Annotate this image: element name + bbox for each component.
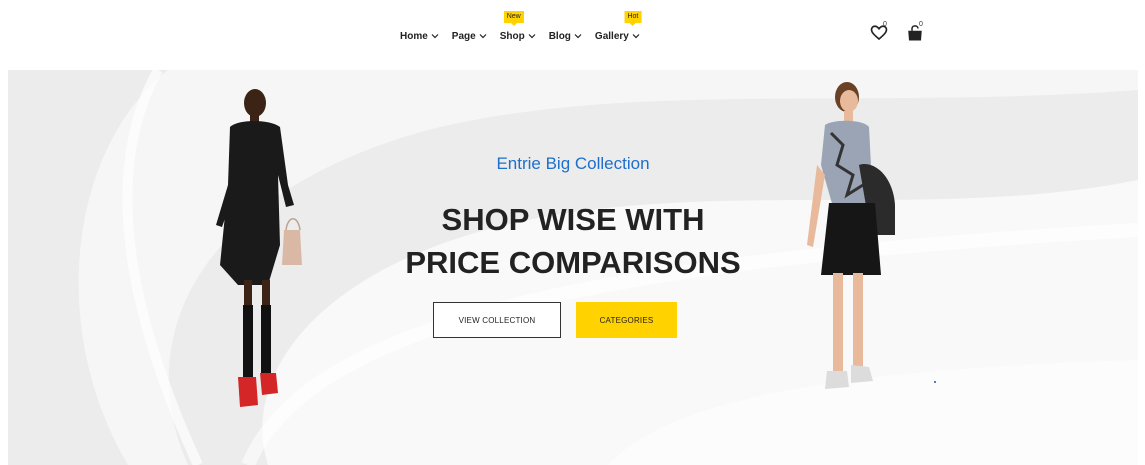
hero-content: Entrie Big Collection SHOP WISE WITH PRI… bbox=[338, 70, 808, 465]
site-header: Home Page New Shop Blog Hot Gallery 0 0 bbox=[0, 0, 1145, 70]
decorative-dot bbox=[934, 381, 936, 383]
categories-button[interactable]: CATEGORIES bbox=[576, 302, 677, 338]
nav-item-home[interactable]: Home bbox=[400, 28, 439, 44]
nav-item-page[interactable]: Page bbox=[452, 28, 487, 44]
main-nav: Home Page New Shop Blog Hot Gallery bbox=[400, 11, 642, 44]
hero-title: SHOP WISE WITH PRICE COMPARISONS bbox=[338, 198, 808, 284]
chevron-down-icon bbox=[479, 34, 487, 39]
nav-item-label: Shop bbox=[499, 30, 525, 42]
wishlist-button[interactable]: 0 bbox=[870, 21, 890, 44]
cart-count: 0 bbox=[919, 21, 923, 28]
wishlist-count: 0 bbox=[883, 21, 887, 28]
hero-title-line-1: SHOP WISE WITH bbox=[441, 202, 705, 237]
model-left-image bbox=[216, 89, 302, 407]
header-actions: 0 0 bbox=[870, 21, 926, 44]
nav-badge-new: New bbox=[503, 11, 524, 23]
hero-subtitle: Entrie Big Collection bbox=[496, 154, 650, 173]
nav-item-label: Blog bbox=[548, 30, 571, 42]
nav-item-blog[interactable]: Blog bbox=[549, 28, 582, 44]
chevron-down-icon bbox=[632, 34, 640, 39]
view-collection-button[interactable]: VIEW COLLECTION bbox=[433, 302, 561, 338]
hero-banner: Entrie Big Collection SHOP WISE WITH PRI… bbox=[8, 70, 1138, 465]
chevron-down-icon bbox=[574, 34, 582, 39]
nav-item-label: Home bbox=[400, 30, 428, 42]
nav-item-label: Gallery bbox=[594, 30, 629, 42]
nav-item-label: Page bbox=[451, 30, 476, 42]
chevron-down-icon bbox=[528, 34, 536, 39]
cart-button[interactable]: 0 bbox=[906, 21, 926, 44]
hero-title-line-2: PRICE COMPARISONS bbox=[405, 245, 741, 280]
nav-badge-hot: Hot bbox=[624, 11, 642, 23]
nav-item-shop[interactable]: New Shop bbox=[499, 11, 536, 44]
chevron-down-icon bbox=[431, 34, 439, 39]
nav-item-gallery[interactable]: Hot Gallery bbox=[594, 11, 642, 44]
model-right-image bbox=[807, 82, 895, 389]
